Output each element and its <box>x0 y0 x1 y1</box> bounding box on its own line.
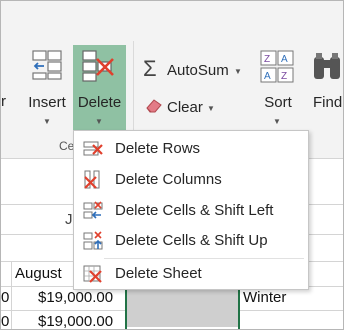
find-label: Find <box>313 94 343 111</box>
autosum-chevron-down-icon: ▼ <box>234 67 242 76</box>
clear-label: Clear <box>167 99 203 116</box>
row1-left-cell[interactable]: 0 <box>1 289 9 306</box>
svg-text:Z: Z <box>264 54 270 65</box>
menu-item-label: Delete Cells & Shift Left <box>115 202 274 219</box>
insert-label: Insert <box>28 94 66 111</box>
row1-august-cell[interactable]: $19,000.00 <box>38 289 113 306</box>
sort-az-icon: Z A A Z <box>260 50 294 83</box>
find-select-button[interactable]: Find <box>309 45 343 155</box>
delete-chevron-down-icon: ▼ <box>95 117 103 126</box>
sigma-icon: Σ <box>143 56 157 81</box>
delete-rows-icon <box>83 141 103 156</box>
clear-chevron-down-icon: ▼ <box>207 104 215 113</box>
sort-chevron-down-icon: ▼ <box>273 117 281 126</box>
shift-left-icon <box>83 201 103 219</box>
svg-text:Z: Z <box>281 71 287 82</box>
ribbon-partial-left: r <box>1 93 6 110</box>
autosum-label: AutoSum <box>167 62 229 79</box>
partial-column-j: J <box>65 211 73 228</box>
insert-chevron-down-icon: ▼ <box>43 117 51 126</box>
menu-item-delete-rows[interactable]: Delete Rows <box>74 135 308 163</box>
menu-item-shift-up[interactable]: Delete Cells & Shift Up <box>74 227 308 255</box>
menu-item-label: Delete Columns <box>115 171 222 188</box>
selection-border <box>238 286 240 329</box>
clear-button[interactable]: Clear ▼ <box>142 94 222 118</box>
row1-season-cell[interactable]: Winter <box>243 289 286 306</box>
autosum-button[interactable]: Σ AutoSum ▼ <box>142 56 246 83</box>
excel-window: r Insert ▼ Delete ▼ Ce Σ AutoSum ▼ Clear… <box>0 0 344 330</box>
row2-left-cell[interactable]: 0 <box>1 313 9 329</box>
selected-column-cells[interactable] <box>125 286 238 327</box>
delete-label: Delete <box>77 94 122 111</box>
menu-divider <box>104 258 304 259</box>
delete-columns-icon <box>84 170 100 189</box>
menu-item-label: Delete Sheet <box>115 265 202 282</box>
menu-item-delete-columns[interactable]: Delete Columns <box>74 166 308 194</box>
svg-text:A: A <box>264 71 271 82</box>
eraser-icon <box>146 99 162 113</box>
svg-text:A: A <box>281 54 288 65</box>
delete-dropdown-menu: Delete Rows Delete Columns Delete Cells … <box>73 130 309 290</box>
menu-item-shift-left[interactable]: Delete Cells & Shift Left <box>74 197 308 225</box>
grid-line <box>11 261 12 329</box>
binoculars-icon <box>314 53 340 79</box>
insert-cells-icon <box>32 50 62 80</box>
menu-item-label: Delete Cells & Shift Up <box>115 232 268 249</box>
delete-cells-icon <box>82 50 114 82</box>
delete-sheet-icon <box>83 265 102 283</box>
row2-august-cell[interactable]: $19,000.00 <box>38 313 113 329</box>
shift-up-icon <box>83 231 103 250</box>
header-august[interactable]: August <box>15 265 62 282</box>
sort-label: Sort <box>264 94 292 111</box>
selection-border <box>125 286 127 329</box>
menu-item-delete-sheet[interactable]: Delete Sheet <box>74 260 308 288</box>
menu-item-label: Delete Rows <box>115 140 201 157</box>
